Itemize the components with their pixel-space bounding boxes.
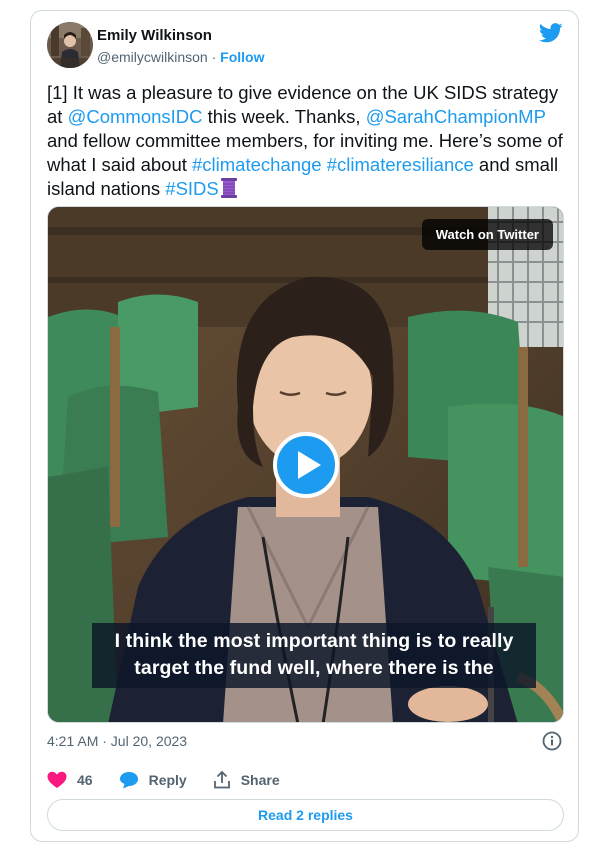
reply-label: Reply xyxy=(148,772,187,788)
play-icon[interactable] xyxy=(273,432,339,498)
info-icon[interactable] xyxy=(542,731,562,751)
follow-button[interactable]: Follow xyxy=(220,49,264,65)
thread-spool-icon xyxy=(220,178,237,198)
share-button[interactable]: Share xyxy=(213,771,280,789)
video-player[interactable]: Watch on Twitter I think the most import… xyxy=(47,206,564,723)
author-name[interactable]: Emily Wilkinson xyxy=(97,27,212,44)
like-button[interactable]: 46 xyxy=(47,771,93,789)
reply-button[interactable]: Reply xyxy=(119,771,187,789)
timestamp[interactable]: 4:21 AM · Jul 20, 2023 xyxy=(47,733,187,749)
caption-line: I think the most important thing is to r… xyxy=(114,630,514,652)
avatar[interactable] xyxy=(47,22,93,68)
hashtag-sids[interactable]: #SIDS xyxy=(165,178,218,199)
handle-row: @emilycwilkinson · Follow xyxy=(97,49,264,65)
video-caption: I think the most important thing is to r… xyxy=(92,623,536,688)
hashtag-climatechange[interactable]: #climatechange xyxy=(192,154,322,175)
author-handle[interactable]: @emilycwilkinson xyxy=(97,49,208,65)
share-icon xyxy=(213,771,230,789)
action-bar: 46 Reply Share xyxy=(47,769,306,791)
twitter-bird-icon[interactable] xyxy=(539,23,563,43)
tweet-card: Emily Wilkinson @emilycwilkinson · Follo… xyxy=(30,10,579,842)
watch-on-twitter-button[interactable]: Watch on Twitter xyxy=(421,219,553,250)
caption-line: target the fund well, where there is the xyxy=(134,657,494,679)
mention-commonsidc[interactable]: @CommonsIDC xyxy=(68,106,203,127)
like-count: 46 xyxy=(77,772,93,788)
hashtag-climateresiliance[interactable]: #climateresiliance xyxy=(327,154,474,175)
reply-bubble-icon xyxy=(119,772,138,789)
share-label: Share xyxy=(240,772,280,788)
tweet-text-part: this week. Thanks, xyxy=(202,106,366,127)
mention-sarahchampionmp[interactable]: @SarahChampionMP xyxy=(366,106,546,127)
heart-icon xyxy=(47,771,67,788)
read-replies-button[interactable]: Read 2 replies xyxy=(47,799,564,831)
tweet-text: [1] It was a pleasure to give evidence o… xyxy=(47,81,567,201)
separator: · xyxy=(207,49,221,65)
